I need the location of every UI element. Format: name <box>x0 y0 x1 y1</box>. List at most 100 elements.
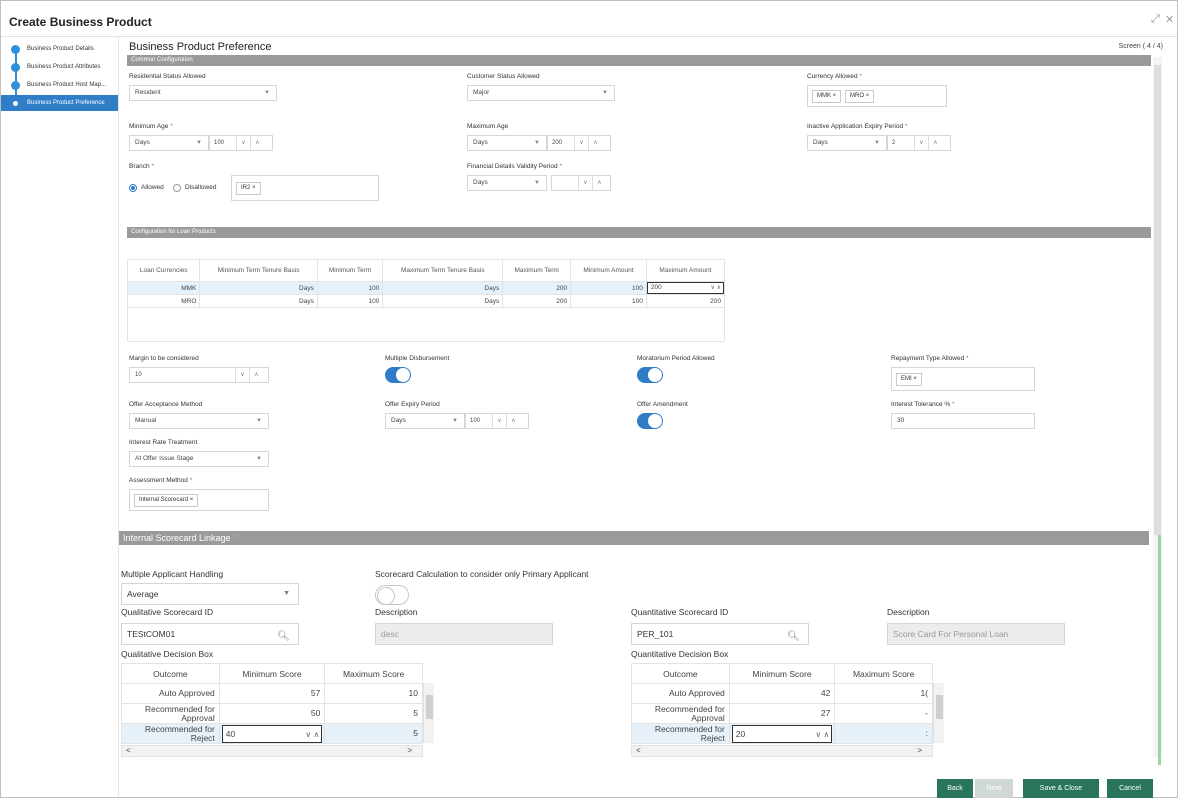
inactive-expiry-unit-select[interactable]: Days ▼ <box>807 135 887 151</box>
column-header[interactable]: Minimum Term <box>316 259 384 282</box>
table-cell-editing[interactable]: 200 ∨ ∧ <box>645 281 726 295</box>
repayment-chip-emi[interactable]: EMI × <box>896 373 922 386</box>
table-row[interactable]: MMK Days 100 Days 200 100 200 ∨ ∧ <box>126 281 726 295</box>
offer-expiry-unit-select[interactable]: Days ▼ <box>385 413 465 429</box>
table-cell[interactable]: 100 <box>570 294 647 308</box>
scroll-thumb[interactable] <box>426 695 433 719</box>
table-cell[interactable]: MRO <box>126 294 201 308</box>
chevron-up-icon[interactable]: ∧ <box>249 368 263 382</box>
table-cell[interactable]: Days <box>199 281 318 295</box>
scroll-thumb[interactable] <box>936 695 943 719</box>
branch-disallowed-radio[interactable] <box>173 184 181 192</box>
table-cell-editing[interactable]: 40 ∨ ∧ <box>218 723 326 744</box>
table-row[interactable]: Recommended for Reject 20 ∨ ∧: <box>631 723 933 744</box>
primary-applicant-toggle[interactable] <box>375 585 409 605</box>
financial-validity-stepper[interactable]: ∨ ∧ <box>551 175 611 191</box>
qualitative-table-vscrollbar[interactable] <box>423 683 434 743</box>
table-cell[interactable]: Days <box>382 294 504 308</box>
search-icon[interactable]: 🔍︎ <box>277 627 290 647</box>
sidebar-item-business-product-preference[interactable]: Business Product Preference <box>1 95 118 111</box>
column-header[interactable]: Maximum Score <box>324 663 423 684</box>
table-cell[interactable]: Auto Approved <box>121 683 220 704</box>
offer-acceptance-select[interactable]: Manual ▼ <box>129 413 269 429</box>
margin-stepper[interactable]: 10 ∨ ∧ <box>129 367 269 383</box>
multiple-disbursement-toggle[interactable] <box>385 367 411 383</box>
minimum-score-editor[interactable]: 20 ∨ ∧ <box>731 724 833 743</box>
sidebar-item-business-product-host-map[interactable]: Business Product Host Map... <box>1 77 118 93</box>
minimum-age-stepper[interactable]: 100 ∨ ∧ <box>209 135 273 151</box>
table-cell[interactable]: 100 <box>570 281 647 295</box>
scroll-left-icon[interactable]: < <box>126 746 131 756</box>
table-cell[interactable]: Recommended for Approval <box>121 703 220 724</box>
column-header[interactable]: Loan Currencies <box>126 259 201 282</box>
quantitative-table-vscrollbar[interactable] <box>933 683 944 743</box>
chevron-down-icon[interactable]: ∨ <box>492 414 506 428</box>
stepper-icon[interactable]: ∨ ∧ <box>815 727 829 743</box>
expand-icon[interactable]: ⤢ <box>1151 13 1160 26</box>
minimum-age-unit-select[interactable]: Days ▼ <box>129 135 209 151</box>
stepper-icon[interactable]: ∨ ∧ <box>711 283 721 293</box>
repayment-type-input[interactable]: EMI × <box>891 367 1035 391</box>
table-cell[interactable]: Auto Approved <box>631 683 730 704</box>
table-cell[interactable]: Days <box>199 294 318 308</box>
chevron-up-icon[interactable]: ∧ <box>588 136 602 150</box>
close-icon[interactable]: ✕ <box>1165 13 1174 26</box>
table-cell[interactable]: 5 <box>324 703 423 724</box>
scroll-right-icon[interactable]: > <box>917 746 922 756</box>
table-cell[interactable]: 200 <box>502 281 572 295</box>
table-row[interactable]: MRO Days 100 Days 200 100 200 <box>126 294 726 308</box>
table-cell[interactable]: 42 <box>728 683 836 704</box>
assessment-method-input[interactable]: Internal Scorecard × <box>129 489 269 511</box>
branch-input[interactable]: IR2 × <box>231 175 379 201</box>
table-cell[interactable]: 5 <box>324 723 423 744</box>
maximum-amount-editor[interactable]: 200 ∨ ∧ <box>646 282 724 294</box>
table-row[interactable]: Recommended for Approval 27- <box>631 703 933 724</box>
column-header[interactable]: Outcome <box>631 663 730 684</box>
chevron-down-icon[interactable]: ∨ <box>574 136 588 150</box>
customer-status-select[interactable]: Major ▼ <box>467 85 615 101</box>
maximum-age-unit-select[interactable]: Days ▼ <box>467 135 547 151</box>
scroll-right-icon[interactable]: > <box>407 746 412 756</box>
table-row[interactable]: Auto Approved 57 10 <box>121 683 423 704</box>
chevron-up-icon[interactable]: ∧ <box>506 414 520 428</box>
table-cell[interactable]: 100 <box>316 281 384 295</box>
table-cell[interactable]: MMK <box>126 281 201 295</box>
column-header[interactable]: Outcome <box>121 663 220 684</box>
column-header[interactable]: Minimum Score <box>728 663 836 684</box>
search-icon[interactable]: 🔍︎ <box>787 627 800 647</box>
maximum-age-stepper[interactable]: 200 ∨ ∧ <box>547 135 611 151</box>
residential-status-select[interactable]: Resident ▼ <box>129 85 277 101</box>
currency-chip-mmk[interactable]: MMK × <box>812 90 842 103</box>
qualitative-id-input[interactable]: TEStCOM01 🔍︎ <box>121 623 299 645</box>
table-cell[interactable]: - <box>834 703 933 724</box>
offer-expiry-stepper[interactable]: 100 ∨ ∧ <box>465 413 529 429</box>
table-cell[interactable]: 27 <box>728 703 836 724</box>
table-cell[interactable]: 200 <box>645 294 726 308</box>
qualitative-table-hscrollbar[interactable]: < > <box>121 745 423 757</box>
table-cell[interactable]: Recommended for Approval <box>631 703 730 724</box>
table-cell[interactable]: 10 <box>324 683 423 704</box>
next-button[interactable]: Next <box>975 779 1013 798</box>
table-row[interactable]: Recommended for Approval 50 5 <box>121 703 423 724</box>
financial-validity-unit-select[interactable]: Days ▼ <box>467 175 547 191</box>
chevron-down-icon[interactable]: ∨ <box>236 136 250 150</box>
moratorium-toggle[interactable] <box>637 367 663 383</box>
table-cell[interactable]: 1( <box>834 683 933 704</box>
table-cell[interactable]: Recommended for Reject <box>631 723 730 744</box>
chevron-down-icon[interactable]: ∨ <box>914 136 928 150</box>
chevron-down-icon[interactable]: ∨ <box>235 368 249 382</box>
interest-tolerance-input[interactable]: 30 <box>891 413 1035 429</box>
offer-amendment-toggle[interactable] <box>637 413 663 429</box>
table-cell[interactable]: : <box>834 723 933 744</box>
column-header[interactable]: Maximum Term Tenure Basis <box>382 259 504 282</box>
assessment-chip-internal-scorecard[interactable]: Internal Scorecard × <box>134 494 199 507</box>
branch-allowed-radio[interactable] <box>129 184 137 192</box>
column-header[interactable]: Minimum Term Tenure Basis <box>199 259 318 282</box>
chevron-up-icon[interactable]: ∧ <box>928 136 942 150</box>
currency-chip-mro[interactable]: MRO × <box>845 90 875 103</box>
interest-rate-treatment-select[interactable]: At Offer Issue Stage ▼ <box>129 451 269 467</box>
table-cell[interactable]: Recommended for Reject <box>121 723 220 744</box>
table-cell[interactable]: 50 <box>218 703 326 724</box>
scroll-thumb[interactable] <box>1154 65 1161 535</box>
scroll-left-icon[interactable]: < <box>636 746 641 756</box>
